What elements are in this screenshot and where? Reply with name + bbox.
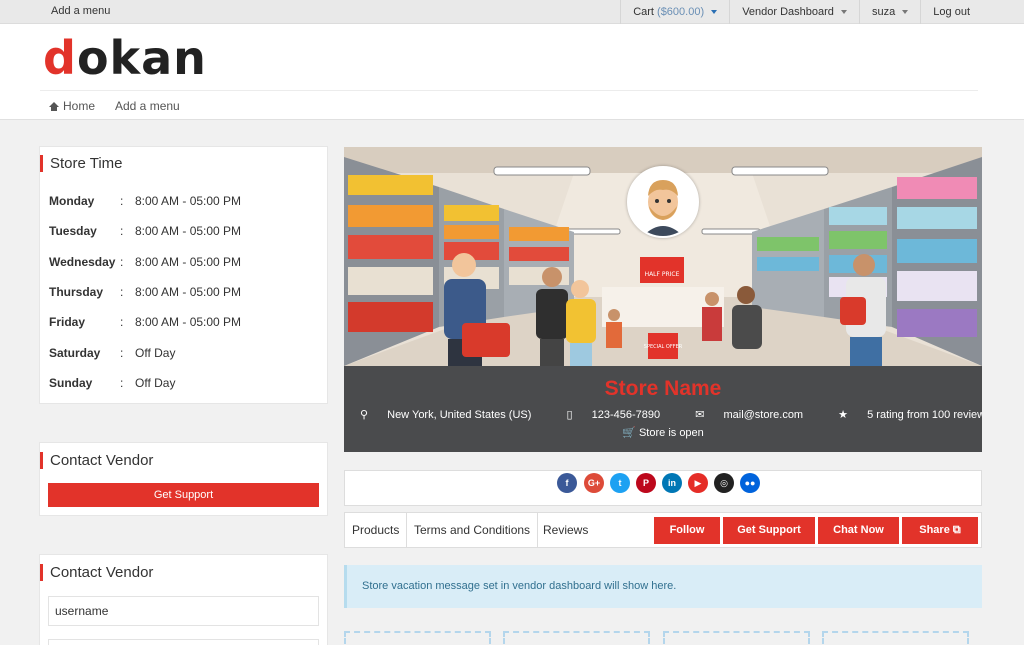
site-header: dokan Home Add a menu <box>0 24 1024 120</box>
store-tabs-bar: Products Terms and Conditions Reviews Fo… <box>344 512 982 548</box>
topbar-add-menu-link[interactable]: Add a menu <box>51 5 110 17</box>
tab-terms-and-conditions[interactable]: Terms and Conditions <box>407 513 539 547</box>
contact-form-title: Contact Vendor <box>40 564 153 581</box>
facebook-icon[interactable]: f <box>557 473 577 493</box>
twitter-icon[interactable]: t <box>610 473 630 493</box>
store-email[interactable]: ✉ mail@store.com <box>687 409 811 421</box>
tab-reviews[interactable]: Reviews <box>536 513 595 547</box>
store-time-widget: Store Time Monday:8:00 AM - 05:00 PM Tue… <box>39 146 328 404</box>
half-price-sign: HALF PRICE <box>645 271 680 278</box>
store-status: 🛒 Store is open <box>622 427 704 439</box>
special-offer-sign: SPECIAL OFFER <box>644 344 683 350</box>
linkedin-icon[interactable]: in <box>662 473 682 493</box>
store-rating[interactable]: ★ 5 rating from 100 reviews <box>830 409 982 421</box>
store-location: ⚲ New York, United States (US) <box>360 409 532 421</box>
get-support-button[interactable]: Get Support <box>723 517 815 544</box>
product-card[interactable] <box>503 631 650 645</box>
store-info-bar: Store Name ⚲ New York, United States (US… <box>344 366 982 452</box>
star-icon: ★ <box>838 409 849 421</box>
contact-vendor-widget: Contact Vendor Get Support <box>39 442 328 516</box>
nav-item-add-menu[interactable]: Add a menu <box>115 99 180 113</box>
cart-label: Cart <box>633 6 654 18</box>
chat-now-button[interactable]: Chat Now <box>818 517 899 544</box>
chevron-down-icon <box>902 10 909 15</box>
store-phone: ▯ 123-456-7890 <box>566 409 661 421</box>
store-name: Store Name <box>604 377 722 400</box>
chevron-down-icon <box>840 10 847 15</box>
shopping-cart-icon: 🛒 <box>622 427 636 439</box>
main-nav: Home Add a menu <box>40 90 978 120</box>
product-card[interactable] <box>822 631 969 645</box>
social-links-row: f G+ t P in ▶ ◎ ●● <box>344 470 982 506</box>
cart-amount: ($600.00) <box>657 6 705 18</box>
logout-link[interactable]: Log out <box>920 0 982 24</box>
product-card[interactable] <box>663 631 810 645</box>
home-icon <box>49 102 59 111</box>
contact-vendor-title: Contact Vendor <box>40 452 153 469</box>
cart-menu[interactable]: Cart ($600.00) <box>620 0 729 24</box>
pinterest-icon[interactable]: P <box>636 473 656 493</box>
user-menu[interactable]: suza <box>858 0 920 24</box>
mobile-icon: ▯ <box>566 409 573 421</box>
chevron-down-icon <box>711 10 718 15</box>
email-field[interactable] <box>48 639 319 645</box>
vendor-dashboard-menu[interactable]: Vendor Dashboard <box>729 0 859 24</box>
tab-products[interactable]: Products <box>345 513 408 547</box>
nav-item-home[interactable]: Home <box>49 99 95 113</box>
contact-form-widget: Contact Vendor username <box>39 554 328 645</box>
user-name: suza <box>871 6 896 18</box>
site-logo[interactable]: dokan <box>43 31 207 85</box>
product-card[interactable] <box>344 631 491 645</box>
map-marker-icon: ⚲ <box>360 409 369 421</box>
store-avatar <box>627 166 699 238</box>
external-link-icon: ⧉ <box>952 524 961 536</box>
google-plus-icon[interactable]: G+ <box>584 473 604 493</box>
vacation-message: Store vacation message set in vendor das… <box>344 565 982 608</box>
envelope-icon: ✉ <box>695 409 705 421</box>
instagram-icon[interactable]: ◎ <box>714 473 734 493</box>
topbar-right-menu: Cart ($600.00) Vendor Dashboard suza Log… <box>620 0 982 24</box>
store-banner: HALF PRICE SPECIAL OFFER Store Name ⚲ Ne… <box>344 147 982 452</box>
flickr-icon[interactable]: ●● <box>740 473 760 493</box>
store-time-title: Store Time <box>40 155 123 172</box>
get-support-button[interactable]: Get Support <box>48 483 319 507</box>
youtube-icon[interactable]: ▶ <box>688 473 708 493</box>
follow-button[interactable]: Follow <box>654 517 720 544</box>
admin-bar: Add a menu Cart ($600.00) Vendor Dashboa… <box>0 0 1024 24</box>
username-field[interactable]: username <box>48 596 319 626</box>
vendor-dashboard-label: Vendor Dashboard <box>742 6 834 18</box>
share-button[interactable]: Share ⧉ <box>902 517 978 544</box>
